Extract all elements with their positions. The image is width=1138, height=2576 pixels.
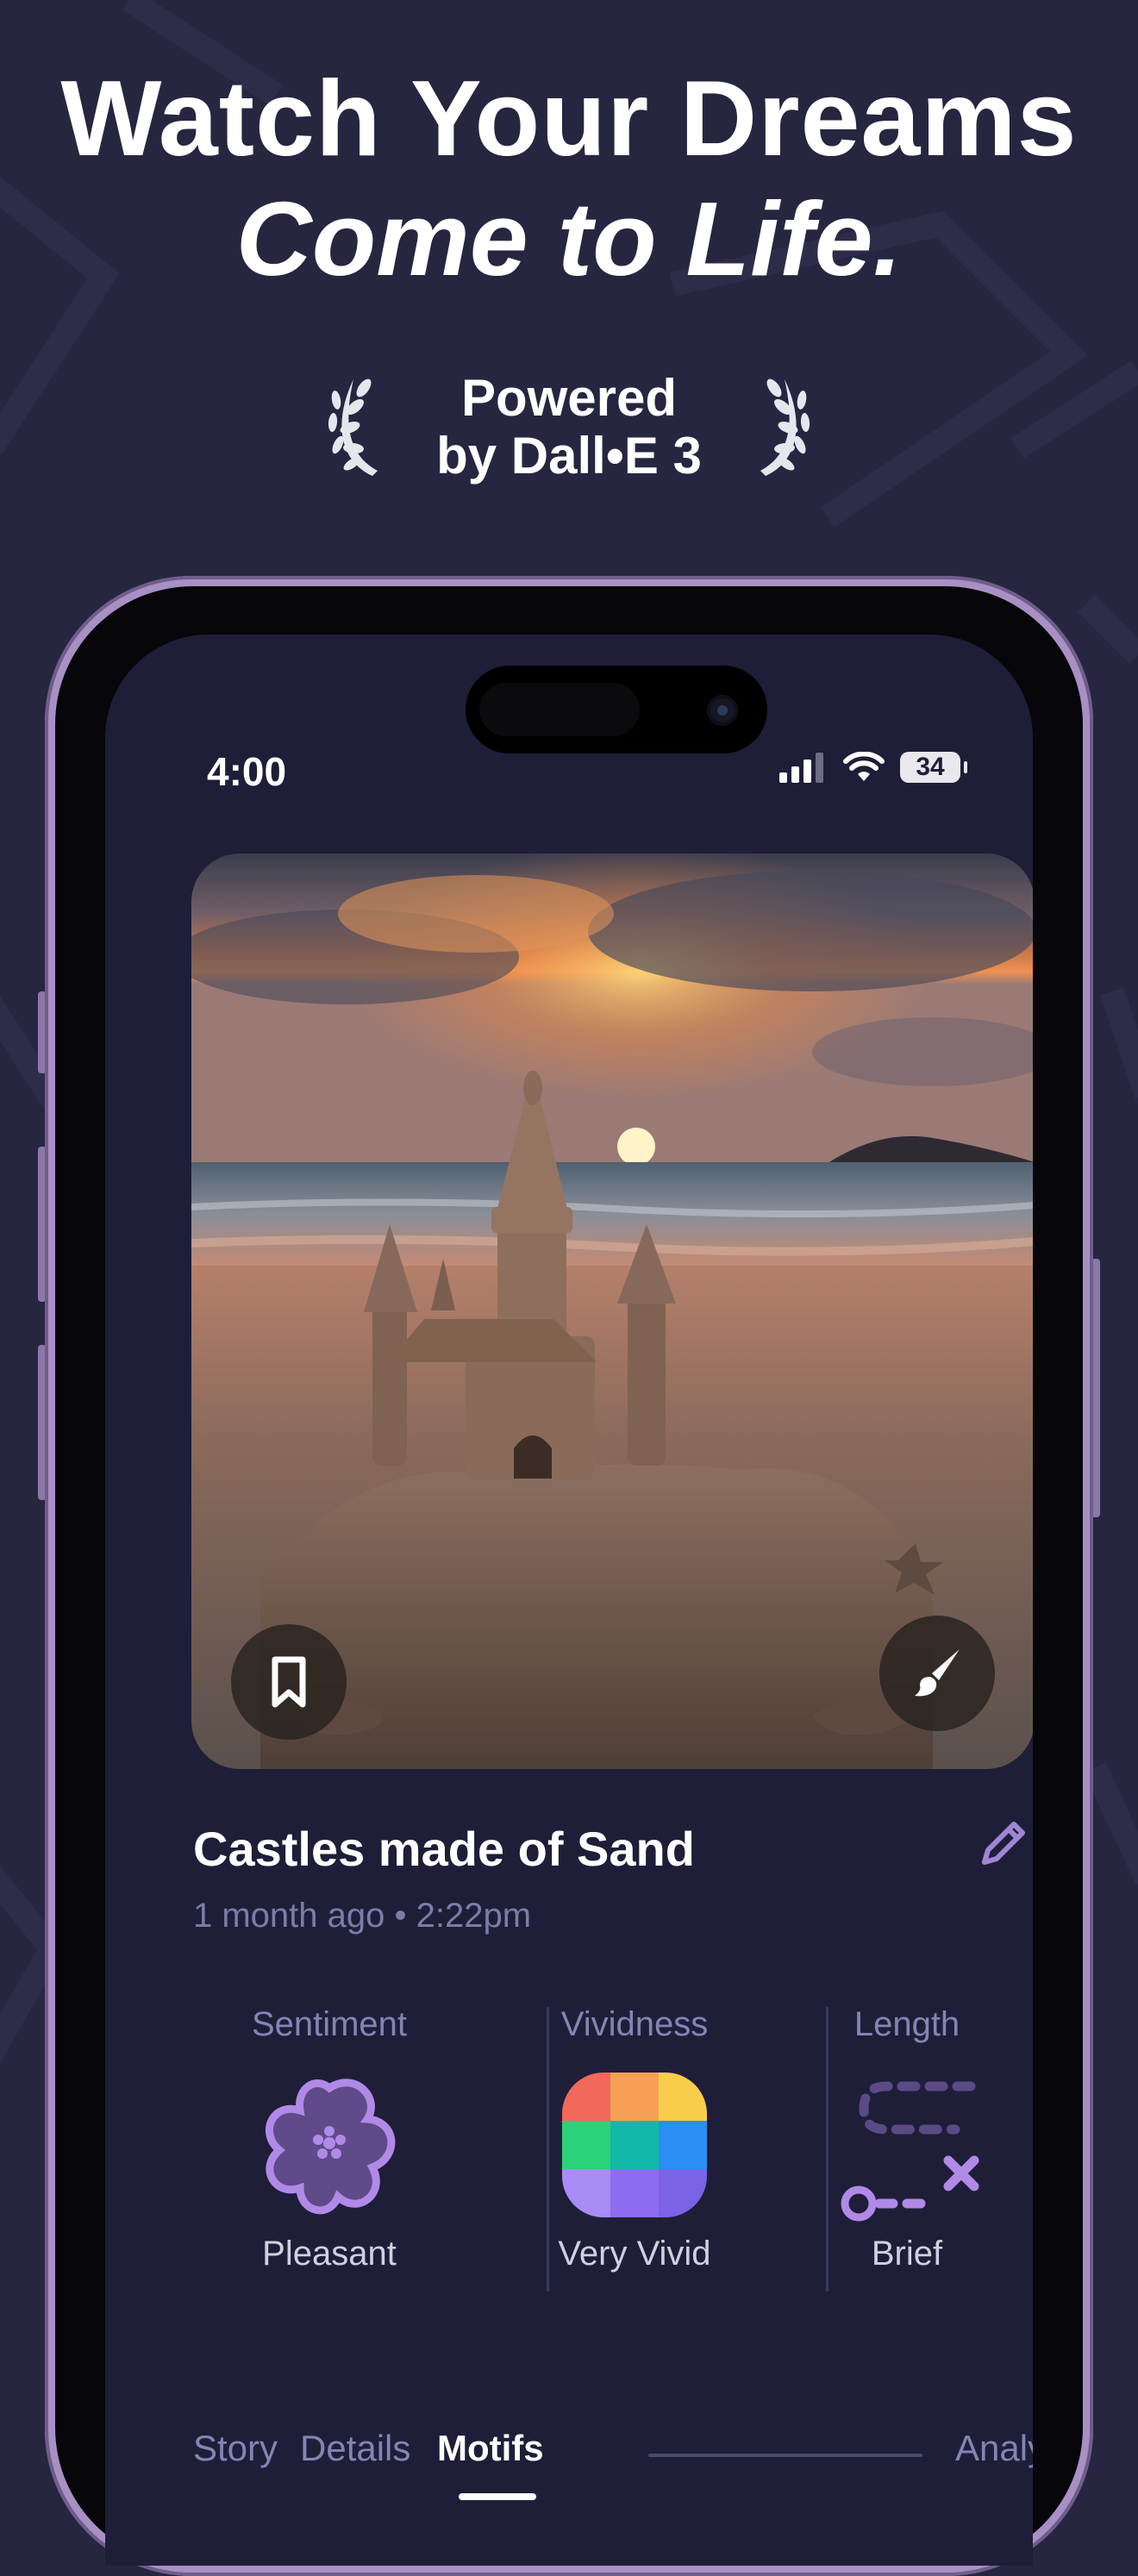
battery-icon: 34 [900,752,967,783]
phone-frame: 4:00 34 Castles made of Sand 1 month ago… [45,576,1093,2576]
active-tab-indicator [459,2493,536,2500]
tab-track [648,2454,922,2457]
bookmark-button[interactable] [231,1624,347,1740]
status-icons: 34 [779,752,967,783]
laurel-right-icon [760,378,810,476]
dream-tabs: Story Details Motifs Analysis [191,2428,1033,2500]
metric-sentiment-value: Pleasant [262,2235,397,2273]
paint-brush-button[interactable] [879,1616,995,1731]
metric-sentiment-label: Sentiment [251,2005,408,2043]
powered-by-text: Powered by Dall•E 3 [328,369,810,485]
bookmark-icon [272,1656,306,1708]
color-grid-icon [562,2073,707,2217]
headline-line-1: Watch Your Dreams [60,59,1078,178]
metric-sentiment[interactable]: Sentiment Pleasant [191,1998,467,2283]
status-time: 4:00 [207,749,287,794]
metric-vividness-label: Vividness [560,2005,709,2043]
powered-by-line-1: Powered [460,369,678,427]
metric-length-label: Length [854,2005,960,2043]
paint-brush-icon [915,1649,960,1697]
powered-by-line-2: by Dall•E 3 [436,427,702,485]
phone-bezel: 4:00 34 Castles made of Sand 1 month ago… [55,586,1083,2566]
metric-vividness[interactable]: Vividness Very Vivid [497,1998,772,2283]
dream-date: 1 month ago • 2:22pm [193,1897,532,1935]
tab-analysis[interactable]: Analysis [955,2428,1033,2469]
headline-line-2: Come to Life. [235,180,903,298]
edit-pencil-icon[interactable] [976,1816,1031,1871]
metric-length-value: Brief [871,2235,943,2273]
headline: Watch Your Dreams Come to Life. [0,60,1138,297]
dream-metrics: Sentiment Pleasant Vividness Very Vivid … [191,1998,1033,2292]
powered-by-badge: Powered by Dall•E 3 [328,362,810,491]
flower-icon [266,2079,396,2215]
dream-title: Castles made of Sand [193,1822,695,1876]
metric-vividness-value: Very Vivid [558,2235,711,2273]
wifi-icon [843,752,885,781]
metric-length[interactable]: Length Brief [769,1998,1033,2283]
phone-screen: 4:00 34 Castles made of Sand 1 month ago… [105,635,1033,2566]
tab-motifs[interactable]: Motifs [437,2428,544,2469]
dream-image[interactable] [191,853,1033,1769]
path-icon [841,2081,979,2222]
tab-story[interactable]: Story [193,2428,278,2469]
dynamic-island [466,666,767,753]
island-pill [479,683,640,736]
front-camera-icon [707,695,738,726]
tab-details[interactable]: Details [300,2428,410,2469]
cellular-signal-icon [779,753,823,783]
